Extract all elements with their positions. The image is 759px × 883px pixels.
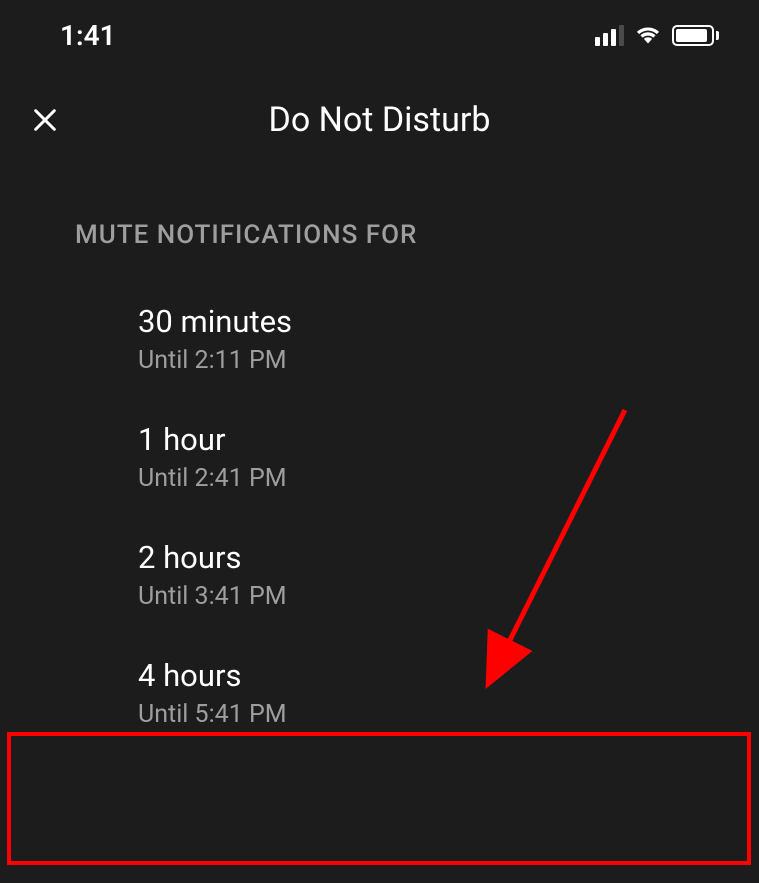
- option-30-minutes[interactable]: 30 minutes Until 2:11 PM: [0, 280, 759, 398]
- status-icons: [595, 22, 719, 48]
- page-title: Do Not Disturb: [30, 100, 729, 140]
- option-subtitle: Until 5:41 PM: [138, 700, 729, 729]
- close-icon: [31, 106, 59, 134]
- option-title: 4 hours: [138, 657, 729, 694]
- section-header: MUTE NOTIFICATIONS FOR: [0, 160, 759, 280]
- option-title: 30 minutes: [138, 303, 729, 340]
- battery-icon: [672, 25, 719, 46]
- signal-icon: [595, 24, 624, 46]
- option-subtitle: Until 2:11 PM: [138, 346, 729, 375]
- status-time: 1:41: [60, 19, 116, 52]
- close-button[interactable]: [25, 100, 65, 140]
- option-4-hours[interactable]: 4 hours Until 5:41 PM: [0, 634, 759, 752]
- option-subtitle: Until 2:41 PM: [138, 464, 729, 493]
- option-title: 1 hour: [138, 421, 729, 458]
- option-subtitle: Until 3:41 PM: [138, 582, 729, 611]
- wifi-icon: [634, 22, 662, 48]
- option-title: 2 hours: [138, 539, 729, 576]
- option-2-hours[interactable]: 2 hours Until 3:41 PM: [0, 516, 759, 634]
- option-1-hour[interactable]: 1 hour Until 2:41 PM: [0, 398, 759, 516]
- status-bar: 1:41: [0, 0, 759, 60]
- options-list: 30 minutes Until 2:11 PM 1 hour Until 2:…: [0, 280, 759, 752]
- header: Do Not Disturb: [0, 60, 759, 160]
